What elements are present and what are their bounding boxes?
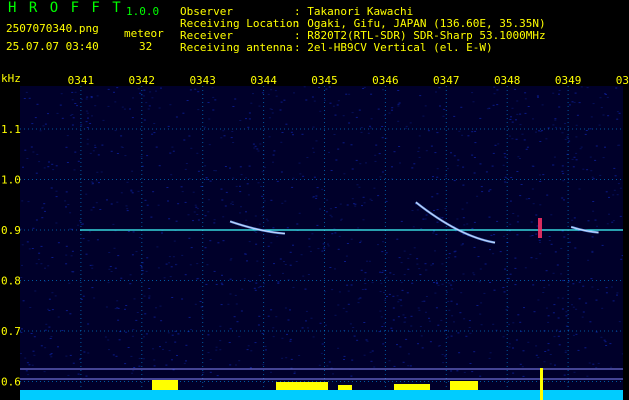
x-tick-label: 0345 (311, 74, 338, 87)
x-tick-label: 0350 (616, 74, 629, 87)
activity-burst (450, 381, 478, 390)
spectrogram-chart: 0341 0342 0343 0344 0345 0346 0347 0348 0349 0350… (1, 72, 629, 400)
x-tick-label: 0347 (433, 74, 460, 87)
y-tick-label: 1.0 (1, 174, 21, 187)
y-tick-label: 1.1 (1, 123, 21, 136)
x-tick-label: 0348 (494, 74, 521, 87)
x-tick-label: 0349 (555, 74, 582, 87)
activity-burst (394, 384, 430, 390)
y-axis-label: kHz (1, 72, 21, 85)
activity-burst (276, 382, 328, 390)
y-tick-label: 0.9 (1, 224, 21, 237)
x-tick-label: 0341 (68, 74, 95, 87)
datetime-label: 25.07.07 03:40 (6, 40, 99, 53)
counter-value: 32 (139, 40, 153, 53)
y-tick-label: 0.6 (1, 376, 21, 389)
header-panel: H R O F F T 1.0.0 2507070340.png meteor … (0, 0, 629, 72)
activity-burst (152, 380, 178, 390)
activity-spike (540, 368, 543, 400)
x-tick-label: 0344 (250, 74, 277, 87)
x-tick-label: 0342 (129, 74, 156, 87)
info-label-antenna: Receiving antenna (180, 41, 293, 54)
info-value-antenna: : 2el-HB9CV Vertical (el. E-W) (294, 41, 493, 54)
app-version: 1.0.0 (126, 5, 160, 18)
counter-label: meteor (124, 27, 164, 40)
signal-spike (538, 218, 542, 238)
y-tick-label: 0.7 (1, 325, 21, 338)
app-logo: H R O F F T (8, 0, 123, 16)
x-tick-label: 0346 (372, 74, 399, 87)
filename-label: 2507070340.png (6, 22, 99, 35)
activity-burst (338, 385, 352, 390)
activity-baseline (20, 390, 629, 400)
x-tick-label: 0343 (189, 74, 216, 87)
y-tick-label: 0.8 (1, 275, 21, 288)
right-margin (623, 86, 629, 400)
